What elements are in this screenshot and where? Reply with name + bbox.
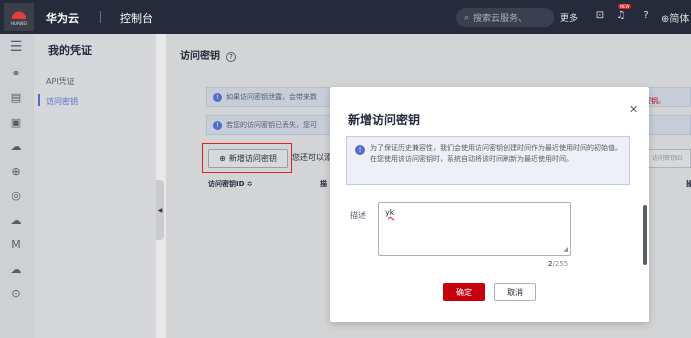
cancel-button[interactable]: 取消	[494, 283, 536, 301]
new-badge: NEW	[618, 4, 632, 9]
dialog-scrollbar[interactable]	[643, 205, 647, 265]
database-icon[interactable]: ▤	[9, 91, 23, 105]
add-hint-text: 您还可以添	[292, 153, 332, 162]
cloud-small-icon[interactable]: ☁	[9, 263, 23, 277]
console-link[interactable]: 控制台	[120, 10, 153, 26]
top-bar: HUAWEI 华为云 控制台 ⌕ 搜索云服务、 更多 ⊡ ♫ NEW ? ⊕简体	[0, 0, 691, 34]
page-title: 访问密钥?	[180, 47, 236, 62]
column-header-access-key-id[interactable]: 访问密钥ID ≎	[208, 179, 253, 189]
description-value: yk	[385, 208, 395, 217]
character-counter: 2/255	[548, 260, 568, 268]
resize-handle-icon[interactable]: ◢	[563, 246, 568, 253]
sidebar-title: 我的凭证	[48, 44, 92, 57]
confirm-button[interactable]: 确定	[443, 283, 485, 301]
cloud-icon[interactable]: ☁	[9, 140, 23, 154]
description-label: 描述	[350, 211, 366, 220]
access-key-search-input[interactable]: 访问密钥ID	[648, 149, 691, 168]
more-menu[interactable]: 更多	[560, 11, 578, 24]
hierarchy-icon[interactable]: ⚭	[9, 67, 23, 81]
service-rail: ☰ ⚭ ▤ ▣ ☁ ⊕ ◎ ☁ M ☁ ⊙	[0, 34, 34, 338]
plus-circle-icon: ⊕	[219, 154, 226, 163]
divider	[100, 11, 101, 23]
add-access-key-button[interactable]: ⊕ 新增访问密钥	[208, 149, 288, 168]
m-icon[interactable]: M	[9, 238, 23, 252]
menu-icon[interactable]: ☰	[9, 40, 23, 54]
help-circle-icon[interactable]: ?	[226, 52, 236, 62]
global-search-input[interactable]: ⌕ 搜索云服务、	[456, 8, 554, 27]
sidebar-item-api-credentials[interactable]: API凭证	[46, 76, 75, 87]
active-indicator	[38, 94, 40, 106]
language-label: 简体	[669, 14, 690, 25]
info-icon: !	[355, 145, 365, 155]
bell-icon[interactable]: ♫	[615, 10, 627, 22]
page-title-text: 访问密钥	[180, 51, 220, 62]
info-icon: !	[213, 92, 222, 102]
language-switch[interactable]: ⊕简体	[661, 10, 689, 25]
help-icon[interactable]: ?	[640, 10, 652, 22]
document-icon[interactable]: ▣	[9, 116, 23, 130]
dialog-title: 新增访问密钥	[348, 113, 421, 127]
huawei-flower-icon	[12, 8, 26, 19]
dialog-info-text: 为了保证历史兼容性，我们会使用访问密钥创建时间作为最近使用时间的初始值。在您使用…	[370, 144, 622, 163]
search-icon: ⌕	[464, 12, 470, 23]
compass-icon[interactable]: ◎	[9, 189, 23, 203]
terminal-icon[interactable]: ⊡	[594, 10, 606, 22]
counter-max: /255	[552, 260, 569, 268]
notice-text: 如果访问密钥泄露，会带来数	[226, 93, 317, 101]
column-header-description: 描	[320, 180, 327, 188]
add-button-label: 新增访问密钥	[228, 154, 277, 163]
info-icon: !	[213, 120, 222, 130]
add-access-key-dialog: ✕ 新增访问密钥 ! 为了保证历史兼容性，我们会使用访问密钥创建时间作为最近使用…	[330, 87, 649, 322]
description-textarea[interactable]: yk ◢	[378, 202, 571, 256]
target-icon[interactable]: ⊙	[9, 287, 23, 301]
sidebar: 我的凭证 API凭证 访问密钥	[34, 34, 156, 338]
notice-text: 若您的访问密钥已丢失，您可	[226, 121, 317, 129]
search-placeholder: 搜索云服务、	[473, 14, 528, 24]
close-icon[interactable]: ✕	[629, 103, 638, 116]
huawei-logo[interactable]: HUAWEI	[4, 3, 34, 31]
globe-icon[interactable]: ⊕	[9, 165, 23, 179]
collapse-sidebar-button[interactable]: ◀	[156, 180, 164, 240]
logo-brand-text: HUAWEI	[10, 20, 28, 26]
sidebar-item-access-keys[interactable]: 访问密钥	[46, 96, 78, 107]
dialog-info-box: ! 为了保证历史兼容性，我们会使用访问密钥创建时间作为最近使用时间的初始值。在您…	[346, 136, 630, 185]
column-header-operation: 操	[686, 180, 691, 188]
brand-title[interactable]: 华为云	[46, 10, 79, 26]
chevron-left-icon: ◀	[157, 206, 163, 214]
cloud-outline-icon[interactable]: ☁	[9, 214, 23, 228]
